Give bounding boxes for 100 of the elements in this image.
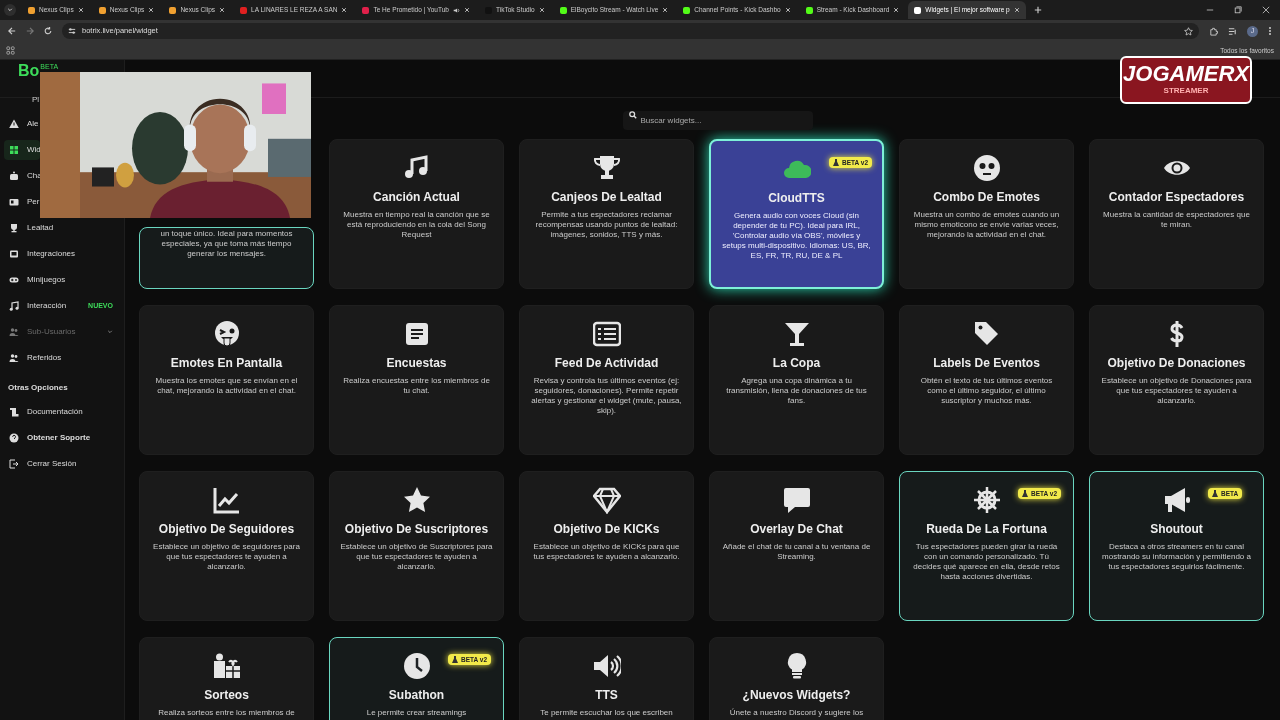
- widget-card[interactable]: Sorteos Realiza sorteos entre los miembros de: [139, 637, 314, 720]
- logout-icon: [9, 459, 19, 469]
- warning-icon: [9, 119, 19, 129]
- widget-card[interactable]: Canción Actual Muestra en tiempo real la canción que se está reproduciendo en la cola del Song Request: [329, 139, 504, 289]
- flask-icon: [1022, 490, 1028, 497]
- close-icon[interactable]: [77, 7, 84, 13]
- widget-title: Canjeos De Lealtad: [551, 189, 662, 206]
- close-icon[interactable]: [538, 7, 545, 13]
- tab-search-button[interactable]: [4, 4, 16, 16]
- site-settings-icon[interactable]: [68, 27, 76, 35]
- close-icon[interactable]: [148, 7, 155, 13]
- widget-description: Establece un objetivo de KICKs para que tus espectadores te ayuden a alcanzarlo.: [532, 542, 681, 562]
- sidebar-item[interactable]: Obtener Soporte: [4, 428, 120, 448]
- widget-title: TTS: [595, 687, 618, 704]
- widget-card[interactable]: Combo De Emotes Muestra un combo de emotes cuando un mismo emoticono se envíe varias veces, mejorando la actividad en el chat.: [899, 139, 1074, 289]
- widget-title: Subathon: [388, 687, 445, 704]
- apps-grid-icon[interactable]: [6, 46, 15, 55]
- sidebar-item[interactable]: Cerrar Sesión: [4, 454, 120, 474]
- widget-card[interactable]: Objetivo De Seguidores Establece un objetivo de seguidores para que tus espectadores te ayuden a alcanzarlo.: [139, 471, 314, 621]
- widget-title: Rueda De La Fortuna: [926, 521, 1047, 538]
- speech-bubble-icon: [782, 486, 811, 516]
- flask-icon: [833, 159, 839, 166]
- id-card-icon: [9, 197, 19, 207]
- widget-description: Añade el chat de tu canal a tu ventana de Streaming.: [721, 542, 872, 562]
- widget-description: Obtén el texto de tus últimos eventos como el último seguidor, el último suscriptor y muchos más.: [919, 376, 1054, 406]
- widget-title: Labels De Eventos: [933, 355, 1040, 372]
- widget-title: Objetivo De Seguidores: [158, 521, 295, 538]
- search-field[interactable]: Buscar widgets...: [622, 111, 813, 130]
- widget-title: Encuestas: [386, 355, 447, 372]
- face-icon: [972, 154, 1001, 184]
- widget-card[interactable]: Feed De Actividad Revisa y controla tus últimos eventos (ej: seguidores, donaciones). Permite repetir alertas y gestionar el widget (mute, pausa, skip).: [519, 305, 694, 455]
- close-icon[interactable]: [893, 7, 900, 13]
- question-icon: [9, 433, 19, 443]
- sidebar-item[interactable]: Lealtad: [4, 218, 120, 238]
- sidebar-item[interactable]: Integraciones: [4, 244, 120, 264]
- sidebar-item[interactable]: Wid: [4, 140, 40, 160]
- widget-description: Muestra un combo de emotes cuando un mismo emoticono se envíe varias veces, mejorando la actividad en el chat.: [912, 210, 1061, 240]
- widget-card[interactable]: Objetivo De KICKs Establece un objetivo de KICKs para que tus espectadores te ayuden a alcanzarlo.: [519, 471, 694, 621]
- music-note-icon: [9, 301, 19, 311]
- ship-wheel-icon: [972, 486, 1001, 516]
- widget-card[interactable]: un toque único. Ideal para momentos especiales, ya que toma más tiempo generar los mensajes.: [139, 227, 314, 289]
- close-icon[interactable]: [341, 7, 348, 13]
- flask-icon: [1212, 490, 1218, 497]
- close-icon[interactable]: [784, 7, 791, 13]
- sidebar-item[interactable]: Referidos: [4, 348, 120, 368]
- bookmark-star-icon[interactable]: [1184, 26, 1193, 36]
- widget-title: Objetivo De Suscriptores: [344, 521, 489, 538]
- section-title: Otras Opciones: [7, 382, 69, 394]
- widget-description: Establece un objetivo de Suscriptores para que tus espectadores te ayuden a alcanzarlo.: [340, 542, 493, 572]
- close-icon[interactable]: [662, 7, 669, 13]
- widget-description: Establece un objetivo de Donaciones para que tus espectadores te ayuden a alcanzarlo.: [1100, 376, 1253, 406]
- widget-description: Muestra los emotes que se envían en el chat, mejorando la actividad en el chat.: [154, 376, 299, 396]
- widget-card[interactable]: Contador Espectadores Muestra la cantidad de espectadores que te miran.: [1089, 139, 1264, 289]
- logo-text: JOGAMERX: [1123, 63, 1249, 85]
- widget-title: CloudTTS: [768, 190, 825, 207]
- widget-card[interactable]: Canjeos De Lealtad Permite a tus espectadores reclamar recompensas usando puntos de lealtad: imágenes, sonidos, TTS y más.: [519, 139, 694, 289]
- back-icon[interactable]: [8, 27, 16, 35]
- widget-card[interactable]: Encuestas Realiza encuestas entre los miembros de tu chat.: [329, 305, 504, 455]
- widget-card[interactable]: Objetivo De Donaciones Establece un objetivo de Donaciones para que tus espectadores te ayuden a alcanzarlo.: [1089, 305, 1264, 455]
- sidebar-item[interactable]: Documentación: [4, 402, 120, 422]
- widget-card[interactable]: Labels De Eventos Obtén el texto de tus últimos eventos como el último seguidor, el último suscriptor y muchos más.: [899, 305, 1074, 455]
- robot-icon: [9, 171, 19, 181]
- widget-title: Objetivo De KICKs: [553, 521, 660, 538]
- widget-card[interactable]: Emotes En Pantalla Muestra los emotes que se envían en el chat, mejorando la actividad en el chat.: [139, 305, 314, 455]
- widget-description: Genera audio con voces Cloud (sin depender de tu PC). Ideal para IRL, 'Controlar audio vía OBS', móviles y setups multi-dispositivo. Idiomas: US, BR, ES, FR, TR, RU, DE & PL: [721, 211, 872, 261]
- close-icon[interactable]: [1013, 7, 1020, 13]
- media-icon[interactable]: [1228, 26, 1237, 36]
- reload-icon[interactable]: [44, 27, 52, 35]
- new-tab-icon[interactable]: [1032, 6, 1043, 14]
- speaker-icon[interactable]: [452, 6, 460, 14]
- widget-title: Objetivo De Donaciones: [1107, 355, 1246, 372]
- widget-description: Muestra en tiempo real la canción que se está reproduciendo en la cola del Song Request: [342, 210, 491, 240]
- forward-icon[interactable]: [26, 27, 34, 35]
- grid-icon: [9, 145, 19, 155]
- sidebar-item[interactable]: Per: [4, 192, 40, 212]
- widget-title: Shoutout: [1150, 521, 1203, 538]
- sidebar-item[interactable]: Ale: [4, 114, 40, 134]
- users-icon: [9, 327, 19, 337]
- brand-logo[interactable]: Bo: [18, 62, 40, 80]
- widget-description: Realiza sorteos entre los miembros de: [158, 708, 295, 718]
- widget-card[interactable]: ¿Nuevos Widgets? Únete a nuestro Discord y sugiere los: [709, 637, 884, 720]
- widget-card[interactable]: TTS Te permite escuchar los que escriben: [519, 637, 694, 720]
- close-icon[interactable]: [219, 7, 226, 13]
- widget-description: un toque único. Ideal para momentos especiales, ya que toma más tiempo generar los mensajes.: [159, 229, 294, 259]
- chevron-down-icon: [7, 7, 13, 13]
- widget-description: Agrega una copa dinámica a tu transmisión, llena de donaciones de tus fans.: [725, 376, 868, 406]
- close-icon[interactable]: [463, 7, 470, 13]
- widget-title: ¿Nuevos Widgets?: [742, 687, 851, 704]
- widget-card[interactable]: Overlay De Chat Añade el chat de tu canal a tu ventana de Streaming.: [709, 471, 884, 621]
- widget-description: Te permite escuchar los que escriben: [540, 708, 673, 718]
- menu-icon[interactable]: [1268, 26, 1272, 36]
- plan-label: Pl: [31, 94, 41, 106]
- sidebar-item[interactable]: Minijuegos: [4, 270, 120, 290]
- widget-title: Sorteos: [204, 687, 249, 704]
- trophy-icon: [9, 223, 19, 233]
- search-icon: [628, 111, 637, 119]
- extensions-icon[interactable]: [1209, 26, 1218, 36]
- widget-card[interactable]: Objetivo De Suscriptores Establece un objetivo de Suscriptores para que tus espectadores te ayuden a alcanzarlo.: [329, 471, 504, 621]
- widget-description: Establece un objetivo de seguidores para que tus espectadores te ayuden a alcanzarlo.: [152, 542, 301, 572]
- widget-card[interactable]: La Copa Agrega una copa dinámica a tu transmisión, llena de donaciones de tus fans.: [709, 305, 884, 455]
